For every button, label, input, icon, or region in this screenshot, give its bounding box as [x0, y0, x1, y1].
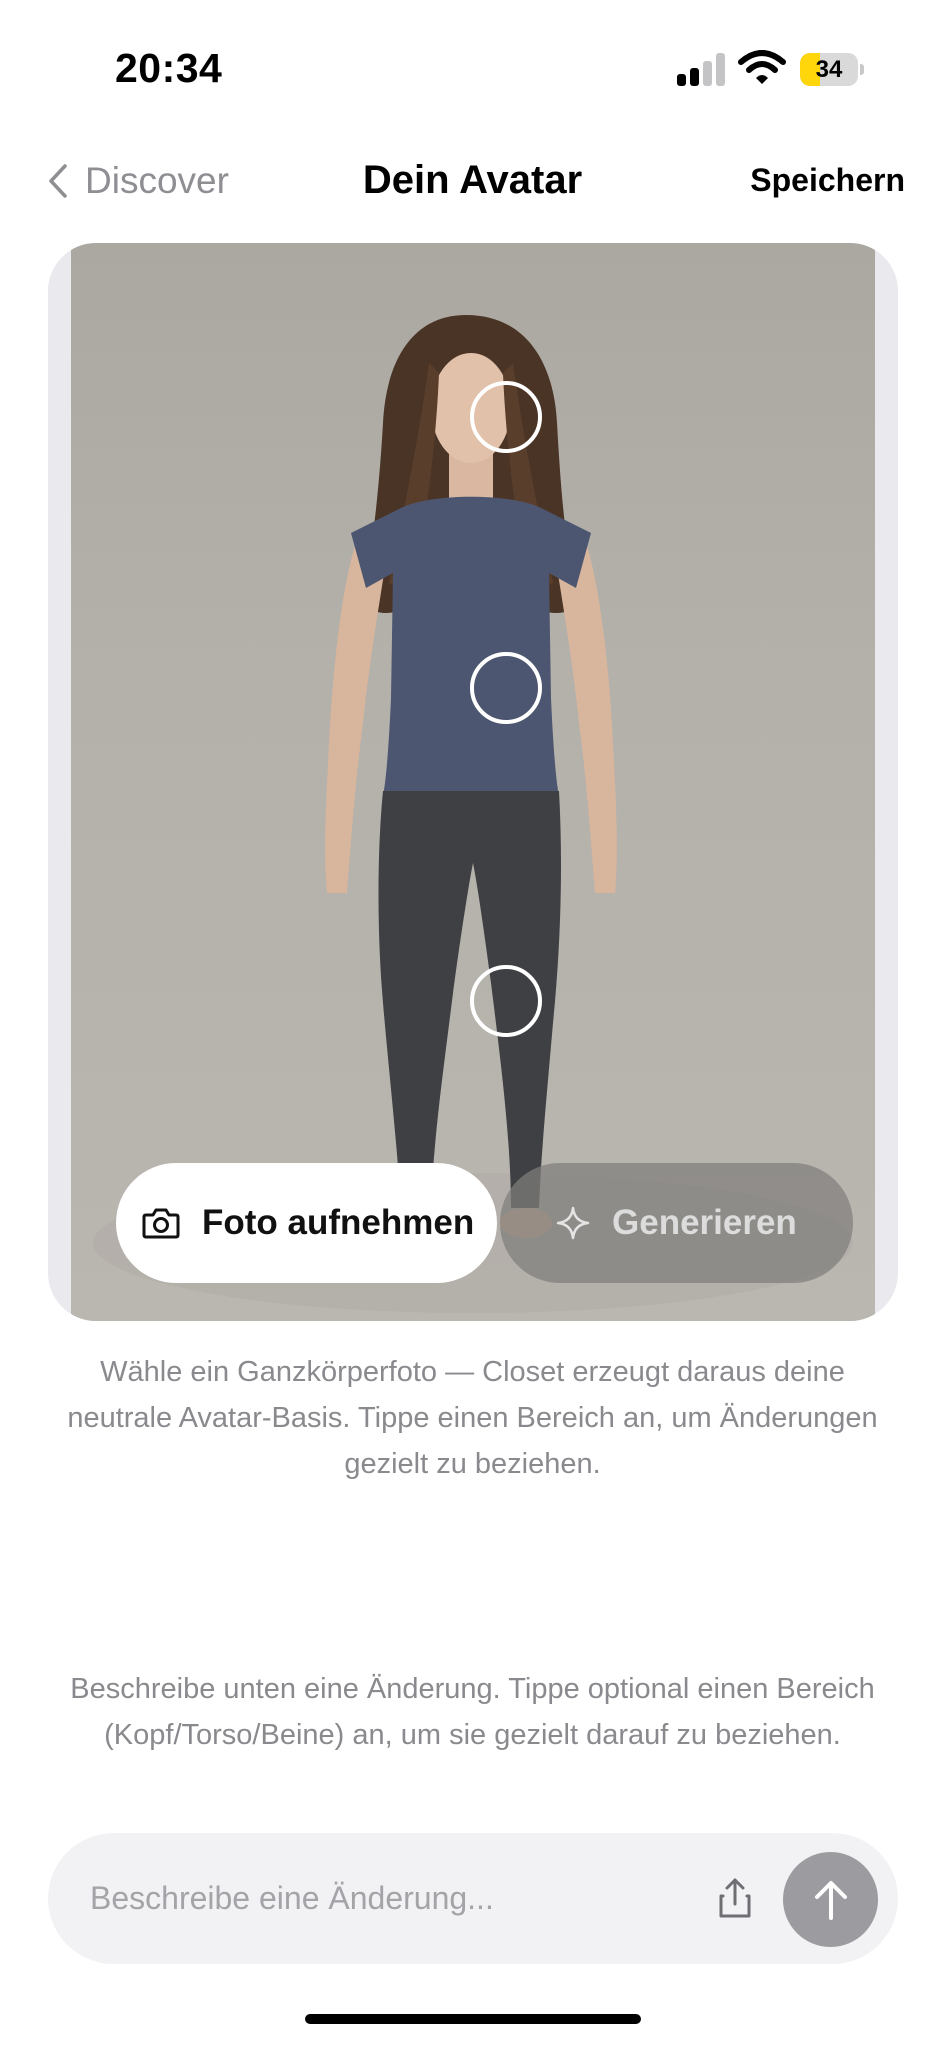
cellular-signal-icon — [677, 52, 725, 86]
avatar-photo — [71, 243, 875, 1321]
photo-hint-text: Wähle ein Ganzkörperfoto — Closet erzeug… — [67, 1356, 878, 1480]
arrow-up-icon — [814, 1880, 847, 1920]
avatar-card: Foto aufnehmen Generieren — [48, 243, 898, 1321]
head-region-hotspot[interactable] — [470, 381, 542, 453]
back-button-label: Discover — [85, 160, 229, 201]
change-description-input[interactable] — [90, 1866, 690, 1930]
change-hint-text: Beschreibe unten eine Änderung. Tippe op… — [70, 1673, 875, 1751]
take-photo-button[interactable]: Foto aufnehmen — [116, 1163, 497, 1283]
status-bar: 20:34 34 — [0, 0, 945, 140]
generate-label: Generieren — [612, 1203, 797, 1242]
back-button[interactable]: Discover — [45, 158, 229, 204]
status-time: 20:34 — [115, 45, 223, 91]
upload-button[interactable] — [713, 1876, 757, 1920]
battery-icon: 34 — [800, 53, 864, 86]
change-composer — [48, 1833, 898, 1964]
share-upload-icon — [719, 1878, 751, 1918]
home-indicator — [305, 2014, 641, 2024]
wifi-icon — [738, 50, 786, 86]
legs-region-hotspot[interactable] — [470, 965, 542, 1037]
torso-region-hotspot[interactable] — [470, 652, 542, 724]
take-photo-label: Foto aufnehmen — [202, 1203, 475, 1242]
save-button[interactable]: Speichern — [750, 162, 905, 199]
generate-button[interactable]: Generieren — [500, 1163, 853, 1283]
sparkle-icon — [556, 1206, 590, 1240]
chevron-left-icon — [49, 164, 67, 198]
navigation-bar: Discover Dein Avatar Speichern — [0, 140, 945, 220]
send-button[interactable] — [783, 1852, 878, 1947]
camera-icon — [142, 1208, 180, 1239]
battery-level: 34 — [815, 56, 843, 83]
